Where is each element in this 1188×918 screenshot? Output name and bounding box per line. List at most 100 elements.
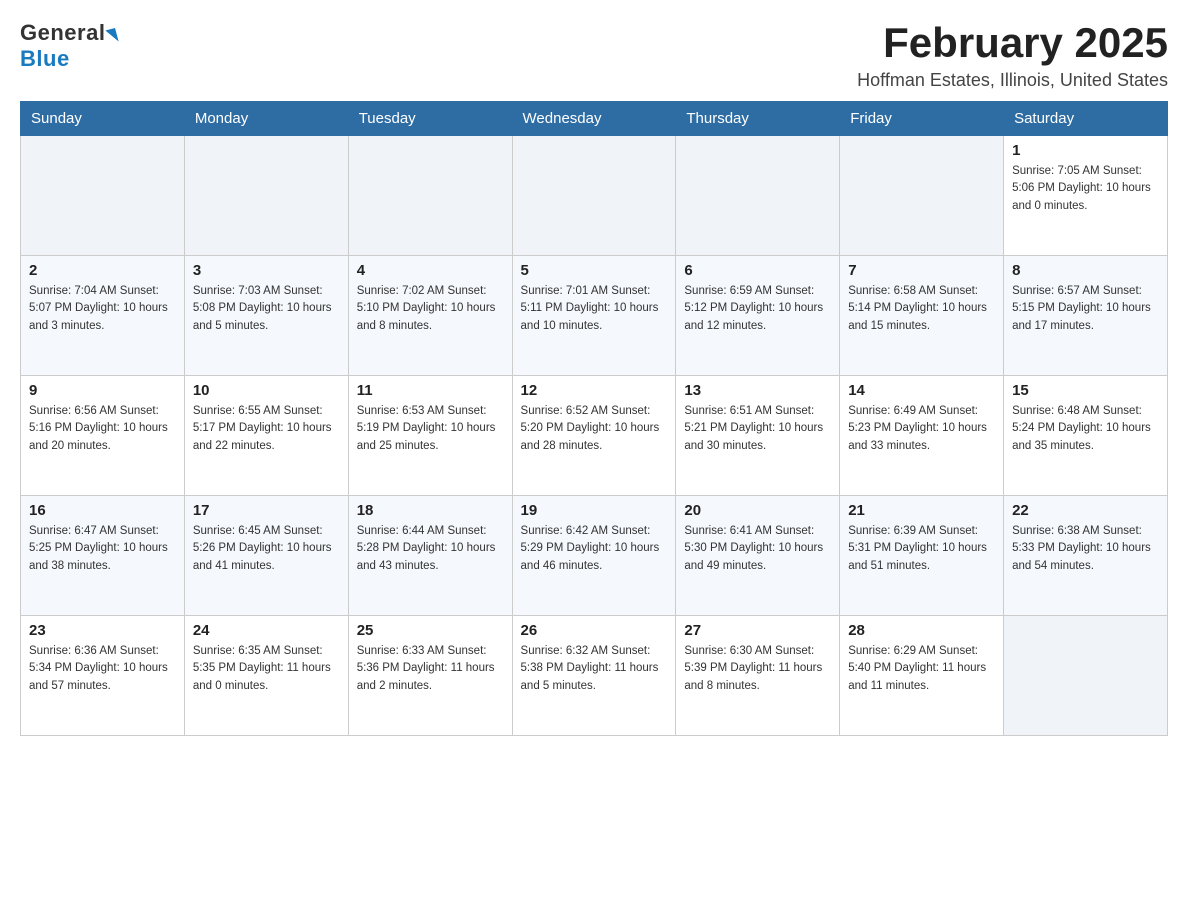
header-thursday: Thursday [676, 102, 840, 136]
table-row: 19Sunrise: 6:42 AM Sunset: 5:29 PM Dayli… [512, 496, 676, 616]
day-info: Sunrise: 6:41 AM Sunset: 5:30 PM Dayligh… [684, 523, 831, 575]
day-number: 15 [1012, 382, 1159, 399]
header-monday: Monday [184, 102, 348, 136]
calendar-title: February 2025 [857, 20, 1168, 66]
day-info: Sunrise: 6:59 AM Sunset: 5:12 PM Dayligh… [684, 283, 831, 335]
day-number: 27 [684, 622, 831, 639]
table-row: 7 Sunrise: 6:58 AM Sunset: 5:14 PM Daylig… [840, 256, 1004, 376]
table-row: 6 Sunrise: 6:59 AM Sunset: 5:12 PM Daylig… [676, 256, 840, 376]
day-number: 25 [357, 622, 504, 639]
table-row: 27 Sunrise: 6:30 AM Sunset: 5:39 PM Dayli… [676, 616, 840, 736]
day-info: Sunrise: 6:30 AM Sunset: 5:39 PM Dayligh… [684, 643, 831, 695]
table-row [840, 136, 1004, 256]
table-row: 1 Sunrise: 7:05 AM Sunset: 5:06 PM Daylig… [1004, 136, 1168, 256]
table-row [21, 136, 185, 256]
day-info: Sunrise: 7:04 AM Sunset: 5:07 PM Dayligh… [29, 283, 176, 335]
header-sunday: Sunday [21, 102, 185, 136]
day-info: Sunrise: 7:02 AM Sunset: 5:10 PM Dayligh… [357, 283, 504, 335]
table-row: 20 Sunrise: 6:41 AM Sunset: 5:30 PM Dayli… [676, 496, 840, 616]
table-row: 2 Sunrise: 7:04 AM Sunset: 5:07 PM Daylig… [21, 256, 185, 376]
table-row: 9 Sunrise: 6:56 AM Sunset: 5:16 PM Daylig… [21, 376, 185, 496]
calendar-week-row: 1 Sunrise: 7:05 AM Sunset: 5:06 PM Daylig… [21, 136, 1168, 256]
table-row [1004, 616, 1168, 736]
day-number: 18 [357, 502, 504, 519]
day-number: 24 [193, 622, 340, 639]
table-row: 22 Sunrise: 6:38 AM Sunset: 5:33 PM Dayli… [1004, 496, 1168, 616]
day-number: 1 [1012, 142, 1159, 159]
day-number: 9 [29, 382, 176, 399]
day-number: 20 [684, 502, 831, 519]
table-row: 3 Sunrise: 7:03 AM Sunset: 5:08 PM Daylig… [184, 256, 348, 376]
day-number: 8 [1012, 262, 1159, 279]
day-number: 6 [684, 262, 831, 279]
page-header: General Blue February 2025 Hoffman Estat… [20, 20, 1168, 91]
table-row: 21 Sunrise: 6:39 AM Sunset: 5:31 PM Dayli… [840, 496, 1004, 616]
logo: General Blue [20, 20, 117, 72]
day-number: 19 [521, 502, 668, 519]
day-number: 5 [521, 262, 668, 279]
day-info: Sunrise: 6:38 AM Sunset: 5:33 PM Dayligh… [1012, 523, 1159, 575]
header-saturday: Saturday [1004, 102, 1168, 136]
day-number: 12 [521, 382, 668, 399]
day-number: 28 [848, 622, 995, 639]
day-info: Sunrise: 6:49 AM Sunset: 5:23 PM Dayligh… [848, 403, 995, 455]
day-number: 11 [357, 382, 504, 399]
calendar-subtitle: Hoffman Estates, Illinois, United States [857, 70, 1168, 91]
day-info: Sunrise: 6:55 AM Sunset: 5:17 PM Dayligh… [193, 403, 340, 455]
day-info: Sunrise: 6:29 AM Sunset: 5:40 PM Dayligh… [848, 643, 995, 695]
day-info: Sunrise: 6:39 AM Sunset: 5:31 PM Dayligh… [848, 523, 995, 575]
day-info: Sunrise: 7:05 AM Sunset: 5:06 PM Dayligh… [1012, 163, 1159, 215]
header-tuesday: Tuesday [348, 102, 512, 136]
day-info: Sunrise: 6:36 AM Sunset: 5:34 PM Dayligh… [29, 643, 176, 695]
table-row: 26Sunrise: 6:32 AM Sunset: 5:38 PM Dayli… [512, 616, 676, 736]
header-wednesday: Wednesday [512, 102, 676, 136]
table-row [676, 136, 840, 256]
table-row: 8Sunrise: 6:57 AM Sunset: 5:15 PM Daylig… [1004, 256, 1168, 376]
table-row: 4Sunrise: 7:02 AM Sunset: 5:10 PM Daylig… [348, 256, 512, 376]
day-number: 13 [684, 382, 831, 399]
logo-bottom-line: Blue [20, 46, 70, 72]
table-row: 15 Sunrise: 6:48 AM Sunset: 5:24 PM Dayli… [1004, 376, 1168, 496]
day-number: 21 [848, 502, 995, 519]
table-row: 10Sunrise: 6:55 AM Sunset: 5:17 PM Dayli… [184, 376, 348, 496]
table-row: 18Sunrise: 6:44 AM Sunset: 5:28 PM Dayli… [348, 496, 512, 616]
table-row: 17 Sunrise: 6:45 AM Sunset: 5:26 PM Dayli… [184, 496, 348, 616]
day-info: Sunrise: 6:47 AM Sunset: 5:25 PM Dayligh… [29, 523, 176, 575]
day-info: Sunrise: 6:58 AM Sunset: 5:14 PM Dayligh… [848, 283, 995, 335]
day-number: 3 [193, 262, 340, 279]
table-row: 5 Sunrise: 7:01 AM Sunset: 5:11 PM Daylig… [512, 256, 676, 376]
logo-triangle-icon [106, 28, 119, 44]
table-row: 13 Sunrise: 6:51 AM Sunset: 5:21 PM Dayli… [676, 376, 840, 496]
day-info: Sunrise: 7:01 AM Sunset: 5:11 PM Dayligh… [521, 283, 668, 335]
day-number: 17 [193, 502, 340, 519]
day-info: Sunrise: 6:48 AM Sunset: 5:24 PM Dayligh… [1012, 403, 1159, 455]
calendar-header-row: Sunday Monday Tuesday Wednesday Thursday… [21, 102, 1168, 136]
table-row: 14 Sunrise: 6:49 AM Sunset: 5:23 PM Dayli… [840, 376, 1004, 496]
day-info: Sunrise: 6:35 AM Sunset: 5:35 PM Dayligh… [193, 643, 340, 695]
day-number: 7 [848, 262, 995, 279]
logo-top-line: General [20, 20, 117, 46]
table-row: 24 Sunrise: 6:35 AM Sunset: 5:35 PM Dayli… [184, 616, 348, 736]
calendar-table: Sunday Monday Tuesday Wednesday Thursday… [20, 101, 1168, 736]
day-info: Sunrise: 6:53 AM Sunset: 5:19 PM Dayligh… [357, 403, 504, 455]
table-row: 28 Sunrise: 6:29 AM Sunset: 5:40 PM Dayli… [840, 616, 1004, 736]
day-info: Sunrise: 7:03 AM Sunset: 5:08 PM Dayligh… [193, 283, 340, 335]
title-block: February 2025 Hoffman Estates, Illinois,… [857, 20, 1168, 91]
calendar-week-row: 9 Sunrise: 6:56 AM Sunset: 5:16 PM Daylig… [21, 376, 1168, 496]
day-number: 14 [848, 382, 995, 399]
table-row: 23 Sunrise: 6:36 AM Sunset: 5:34 PM Dayli… [21, 616, 185, 736]
header-friday: Friday [840, 102, 1004, 136]
day-number: 23 [29, 622, 176, 639]
table-row [348, 136, 512, 256]
day-number: 22 [1012, 502, 1159, 519]
table-row: 25Sunrise: 6:33 AM Sunset: 5:36 PM Dayli… [348, 616, 512, 736]
day-info: Sunrise: 6:51 AM Sunset: 5:21 PM Dayligh… [684, 403, 831, 455]
calendar-week-row: 2 Sunrise: 7:04 AM Sunset: 5:07 PM Daylig… [21, 256, 1168, 376]
day-number: 2 [29, 262, 176, 279]
calendar-week-row: 16 Sunrise: 6:47 AM Sunset: 5:25 PM Dayli… [21, 496, 1168, 616]
day-number: 16 [29, 502, 176, 519]
day-info: Sunrise: 6:52 AM Sunset: 5:20 PM Dayligh… [521, 403, 668, 455]
calendar-week-row: 23 Sunrise: 6:36 AM Sunset: 5:34 PM Dayli… [21, 616, 1168, 736]
day-info: Sunrise: 6:56 AM Sunset: 5:16 PM Dayligh… [29, 403, 176, 455]
day-info: Sunrise: 6:45 AM Sunset: 5:26 PM Dayligh… [193, 523, 340, 575]
